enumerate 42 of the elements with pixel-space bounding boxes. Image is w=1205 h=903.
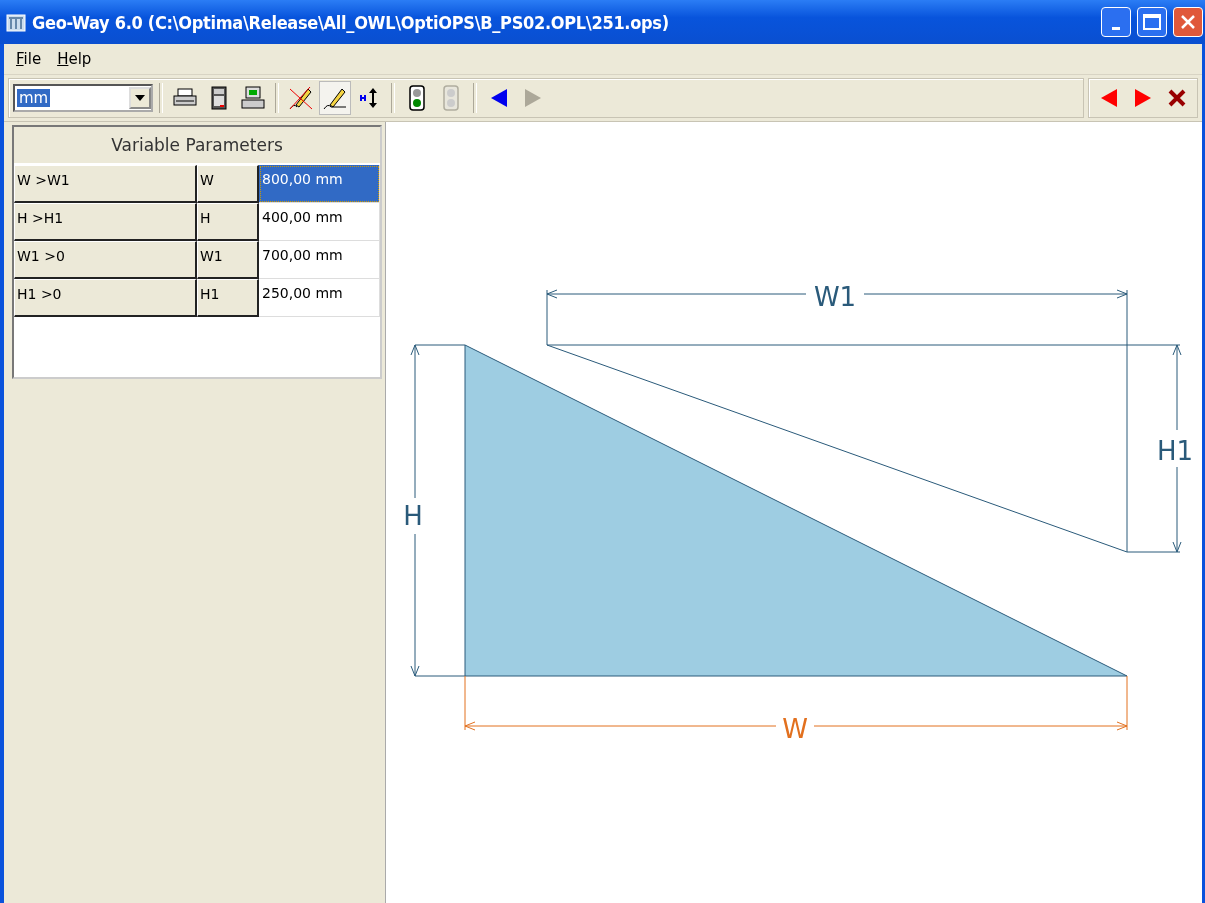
grid-title: Variable Parameters — [14, 127, 380, 165]
condition-cell: H1 >0 — [14, 279, 197, 317]
computer-icon — [241, 86, 265, 110]
value-cell[interactable]: 700,00 mm — [259, 241, 380, 279]
minimize-button[interactable] — [1101, 7, 1131, 37]
name-cell: H1 — [197, 279, 259, 317]
maximize-button[interactable] — [1137, 7, 1167, 37]
close-icon — [1167, 88, 1187, 108]
close-button[interactable] — [1173, 7, 1203, 37]
calculator-icon — [211, 86, 227, 110]
unit-dropdown[interactable]: mm — [13, 84, 153, 112]
app-icon — [6, 12, 26, 32]
maximize-icon — [1143, 14, 1161, 30]
name-cell: W — [197, 165, 259, 203]
printer-icon — [173, 88, 197, 108]
menu-item[interactable]: File — [10, 48, 48, 70]
right-arrow-icon — [1134, 88, 1152, 108]
close-icon — [1180, 14, 1196, 30]
dimension-label: W1 — [813, 282, 857, 312]
dimension-label: H1 — [1156, 436, 1194, 466]
dimension-label: W — [782, 714, 808, 744]
traffic-light-icon — [443, 85, 459, 111]
right-arrow-icon — [524, 88, 542, 108]
condition-cell: W1 >0 — [14, 241, 197, 279]
crossed-pencil-icon — [288, 85, 314, 111]
condition-cell: W >W1 — [14, 165, 197, 203]
toolbar-button[interactable] — [319, 81, 351, 115]
dropdown-caret-icon — [135, 95, 145, 101]
menu-item[interactable]: Help — [51, 48, 98, 70]
condition-cell: H >H1 — [14, 203, 197, 241]
value-cell[interactable]: 800,00 mm — [259, 165, 380, 203]
value-cell[interactable]: 400,00 mm — [259, 203, 380, 241]
dimension-label: H — [403, 501, 423, 531]
left-arrow-icon — [490, 88, 508, 108]
name-cell: W1 — [197, 241, 259, 279]
value-cell[interactable]: 250,00 mm — [259, 279, 380, 317]
window-title: Geo-Way 6.0 (C:\Optima\Release\All_OWL\OptiOPS\B_PS02.OPL\251.ops) — [32, 11, 670, 33]
name-cell: H — [197, 203, 259, 241]
traffic-light-icon — [409, 85, 425, 111]
left-arrow-icon — [1100, 88, 1118, 108]
minimize-icon — [1112, 26, 1120, 30]
height-arrow-icon — [358, 86, 380, 110]
